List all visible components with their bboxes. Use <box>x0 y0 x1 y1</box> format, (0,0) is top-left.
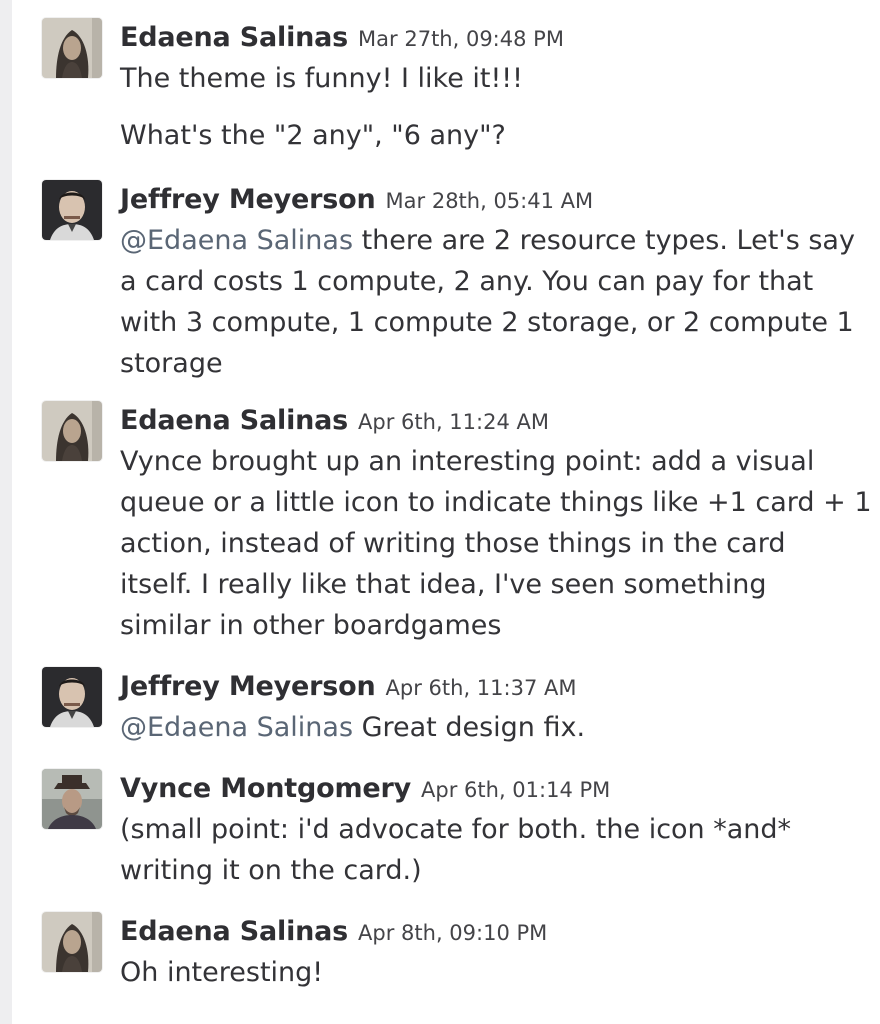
message-header: Vynce Montgomery Apr 6th, 01:14 PM <box>120 769 610 809</box>
text-line: What's the "2 any", "6 any"? <box>120 120 506 151</box>
message-text: Oh interesting! <box>120 952 865 993</box>
text-line: Oh interesting! <box>120 957 324 988</box>
edaena-avatar-image <box>42 18 102 78</box>
text-line: with 3 compute, 1 compute 2 storage, or … <box>120 307 854 338</box>
edaena-avatar-image <box>42 912 102 972</box>
message-header: Jeffrey Meyerson Apr 6th, 11:37 AM <box>120 667 576 707</box>
edaena-avatar[interactable] <box>42 18 102 78</box>
edaena-avatar-image <box>42 401 102 461</box>
message-text: Vynce brought up an interesting point: a… <box>120 441 872 646</box>
message-text: The theme is funny! I like it!!! What's … <box>120 58 865 156</box>
timestamp: Apr 6th, 11:37 AM <box>385 676 577 700</box>
message-text: (small point: i'd advocate for both. the… <box>120 809 865 891</box>
left-rail <box>0 0 12 1024</box>
mention-link[interactable]: @Edaena Salinas <box>120 712 353 743</box>
text-line: itself. I really like that idea, I've se… <box>120 569 767 600</box>
text-fragment: there are 2 resource types. Let's say <box>353 225 855 256</box>
edaena-avatar[interactable] <box>42 912 102 972</box>
edaena-avatar[interactable] <box>42 401 102 461</box>
text-line: @Edaena Salinas there are 2 resource typ… <box>120 220 865 261</box>
author-name[interactable]: Jeffrey Meyerson <box>120 671 376 702</box>
text-line: action, instead of writing those things … <box>120 528 786 559</box>
timestamp: Apr 8th, 09:10 PM <box>358 921 548 945</box>
message-text: @Edaena Salinas there are 2 resource typ… <box>120 220 865 384</box>
text-line: queue or a little icon to indicate thing… <box>120 487 872 518</box>
timestamp: Apr 6th, 01:14 PM <box>421 778 611 802</box>
timestamp: Mar 28th, 05:41 AM <box>385 189 594 213</box>
text-line: writing it on the card.) <box>120 855 422 886</box>
author-name[interactable]: Edaena Salinas <box>120 916 348 947</box>
mention-link[interactable]: @Edaena Salinas <box>120 225 353 256</box>
vynce-avatar[interactable] <box>42 769 102 829</box>
text-line: Vynce brought up an interesting point: a… <box>120 446 815 477</box>
author-name[interactable]: Edaena Salinas <box>120 22 348 53</box>
message-header: Edaena Salinas Apr 6th, 11:24 AM <box>120 401 549 441</box>
author-name[interactable]: Edaena Salinas <box>120 405 348 436</box>
text-line: @Edaena Salinas Great design fix. <box>120 707 865 748</box>
jeffrey-avatar[interactable] <box>42 180 102 240</box>
text-line: The theme is funny! I like it!!! <box>120 63 523 94</box>
text-line: (small point: i'd advocate for both. the… <box>120 814 792 845</box>
timestamp: Apr 6th, 11:24 AM <box>358 410 549 434</box>
author-name[interactable]: Jeffrey Meyerson <box>120 184 376 215</box>
text-line: storage <box>120 348 223 379</box>
text-fragment: Great design fix. <box>353 712 586 743</box>
text-line: a card costs 1 compute, 2 any. You can p… <box>120 266 814 297</box>
message-text: @Edaena Salinas Great design fix. <box>120 707 865 748</box>
message-header: Edaena Salinas Apr 8th, 09:10 PM <box>120 912 547 952</box>
message-header: Edaena Salinas Mar 27th, 09:48 PM <box>120 18 564 58</box>
jeffrey-avatar[interactable] <box>42 667 102 727</box>
author-name[interactable]: Vynce Montgomery <box>120 773 411 804</box>
timestamp: Mar 27th, 09:48 PM <box>358 27 564 51</box>
text-line: similar in other boardgames <box>120 610 502 641</box>
message-header: Jeffrey Meyerson Mar 28th, 05:41 AM <box>120 180 593 220</box>
vynce-avatar-image <box>42 769 102 829</box>
jeffrey-avatar-image <box>42 180 102 240</box>
jeffrey-avatar-image <box>42 667 102 727</box>
